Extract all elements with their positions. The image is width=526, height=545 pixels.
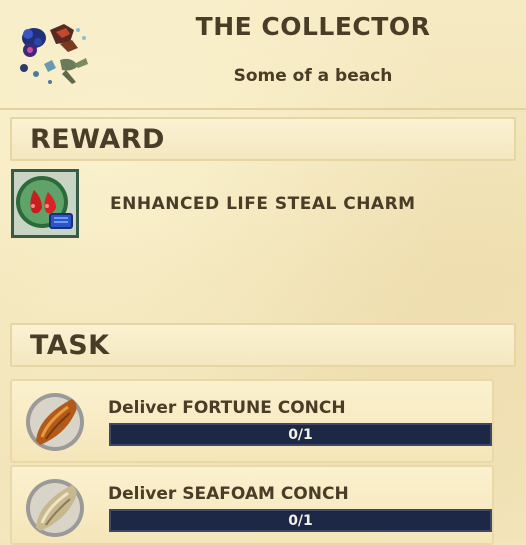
- task-section-header: TASK: [10, 323, 516, 367]
- life-steal-charm-icon: [16, 176, 73, 229]
- task-progress-count: 0/1: [288, 427, 313, 443]
- reward-heading: REWARD: [30, 124, 165, 155]
- task-label: Deliver SEAFOAM CONCH: [108, 484, 349, 504]
- task-row: Deliver SEAFOAM CONCH 0/1: [10, 465, 494, 545]
- fortune-conch-icon: [26, 393, 84, 451]
- quest-title: THE COLLECTOR: [195, 12, 431, 41]
- reward-item-slot[interactable]: [11, 169, 79, 238]
- task-progress-bar: 0/1: [109, 509, 492, 532]
- quest-header: THE COLLECTOR Some of a beach: [0, 0, 526, 110]
- reward-section-header: REWARD: [10, 117, 516, 161]
- task-progress-count: 0/1: [288, 513, 313, 529]
- task-progress-bar: 0/1: [109, 423, 492, 446]
- task-heading: TASK: [30, 330, 110, 361]
- task-label: Deliver FORTUNE CONCH: [108, 398, 346, 418]
- seafoam-conch-icon: [26, 479, 84, 537]
- reward-item-name: ENHANCED LIFE STEAL CHARM: [110, 194, 416, 214]
- item-collection-icon: [20, 24, 88, 84]
- task-row: Deliver FORTUNE CONCH 0/1: [10, 379, 494, 463]
- quest-subtitle: Some of a beach: [233, 66, 393, 86]
